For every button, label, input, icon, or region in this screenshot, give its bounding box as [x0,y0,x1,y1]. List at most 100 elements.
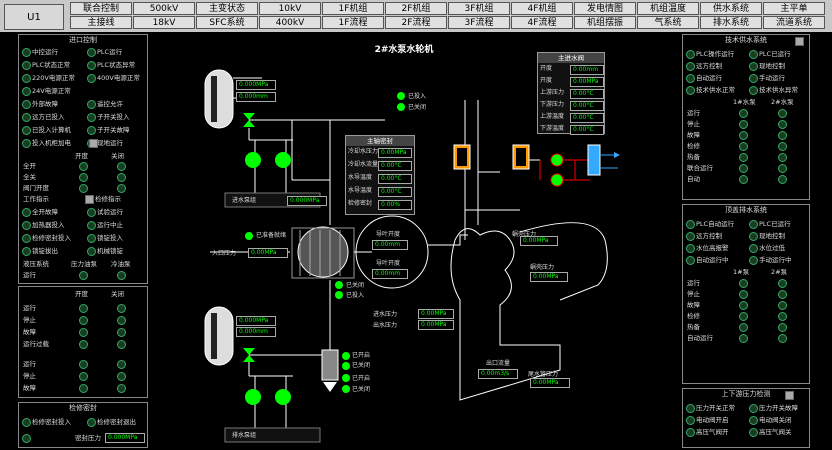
pump-icon [275,389,291,405]
unit-selector[interactable]: U1 [4,4,64,30]
status-led [739,131,748,140]
nav-button-3[interactable]: 10kV [259,2,321,15]
nav-button-6[interactable]: 3F机组 [448,2,510,15]
guide-vane-value-2: 0.00mm [372,269,408,279]
guide-vane-label-2: 导叶开度 [376,260,401,267]
status-label: 现地控制 [759,232,785,240]
pump-icon [275,152,291,168]
nav-button-r2-4[interactable]: 1F流程 [322,16,384,29]
status-label: 检修密封投入 [32,418,71,426]
column-head: 1#水泵 [733,98,756,106]
status-led [87,61,96,70]
info-value: 0.00°C [378,161,412,171]
panel-checkbox[interactable] [785,391,794,400]
nav-button-r2-7[interactable]: 4F流程 [511,16,573,29]
info-value: 0.00MPa [378,148,412,158]
nav-button-r2-6[interactable]: 3F流程 [448,16,510,29]
info-value: 0.00% [378,200,412,210]
status-led [739,290,748,299]
toggle-checkbox[interactable] [89,139,98,148]
row-label: 运行 [687,109,700,117]
inlet-water-value: 0.00MPa [418,309,454,319]
bottom-tank-pressure: 0.000MPa [236,316,276,326]
right-panel-pressure: 上下游压力检测 压力开关正常 压力开关故障 电动阀开启 电动阀关闭 高压气阀开 高压气阀关 [682,388,810,448]
row-label: 故障 [687,301,700,309]
status-label: 现地运行 [97,139,123,147]
nav-button-0[interactable]: 联合控制 [70,2,132,15]
pump-icon [245,152,261,168]
status-led [79,173,88,182]
status-label: 机械锁锭 [97,247,123,255]
status-led [778,120,787,129]
guide-vane-label-1: 导叶开度 [376,231,401,238]
bottom-valve-3: 已开启 [352,375,371,382]
left-panel-pumps: 开度 关闭 运行 停止 故障 运行过载 运行 停止 故障 [18,286,148,398]
row-label: 检修 [687,142,700,150]
status-led [79,328,88,337]
status-label: 现地控制 [759,62,785,70]
status-label: 高压气阀开 [696,428,729,436]
status-label: 高压气阀关 [759,428,792,436]
status-label: 密封压力 [75,434,101,442]
status-led [79,340,88,349]
status-label: 已投入计算机 [32,126,71,134]
status-label: 检修密封投入 [32,234,71,242]
status-led [22,113,31,122]
status-led [117,328,126,337]
row-label: 热备 [687,323,700,331]
status-led [749,74,758,83]
status-led [778,131,787,140]
info-label: 上游压力 [540,89,565,96]
status-led [686,50,695,59]
status-led [686,256,695,265]
info-value: 0.00mm [570,65,604,75]
nav-button-r2-2[interactable]: SFC系统 [196,16,258,29]
valve-right-2: 已投入 [346,292,365,299]
status-label: PLC自动运行 [696,220,735,228]
nav-button-r2-1[interactable]: 18kV [133,16,195,29]
status-led [79,360,88,369]
status-led [686,244,695,253]
status-led [739,142,748,151]
tank-value: 0.000MPa [287,196,327,206]
nav-button-11[interactable]: 主平单 [763,2,825,15]
status-led [22,418,31,427]
nav-button-r2-0[interactable]: 主接线 [70,16,132,29]
nav-button-4[interactable]: 1F机组 [322,2,384,15]
status-led [686,74,695,83]
nav-button-1[interactable]: 500kV [133,2,195,15]
status-led [117,184,126,193]
nav-button-8[interactable]: 发电情图 [574,2,636,15]
nav-button-r2-10[interactable]: 排水系统 [700,16,762,29]
nav-button-10[interactable]: 供水系统 [700,2,762,15]
status-led [749,50,758,59]
valve-right-1: 已关闭 [346,282,365,289]
status-led [749,428,758,437]
nav-button-r2-8[interactable]: 机组摆振 [574,16,636,29]
status-label: PLC已运行 [759,50,791,58]
spiral-value-2: 0.00MPa [530,272,568,282]
inlet-water-label: 进水压力 [373,311,398,318]
toggle-checkbox[interactable] [85,195,94,204]
outlet-flow-value: 0.00m3/s [478,369,518,379]
section-label: 液压系统 [23,260,49,268]
nav-button-r2-9[interactable]: 气系统 [637,16,699,29]
status-led [87,113,96,122]
status-label: 中控运行 [32,48,58,56]
nav-button-9[interactable]: 机组温度 [637,2,699,15]
nav-button-2[interactable]: 主变状态 [196,2,258,15]
nav-button-r2-5[interactable]: 2F流程 [385,16,447,29]
panel-title: 主进水阀 [538,53,604,63]
status-led [117,340,126,349]
nav-button-r2-11[interactable]: 流道系统 [763,16,825,29]
nav-button-r2-3[interactable]: 400kV [259,16,321,29]
bottom-valve-1: 已开启 [352,352,371,359]
nav-button-5[interactable]: 2F机组 [385,2,447,15]
panel-checkbox[interactable] [795,37,804,46]
outlet-water-label: 出水压力 [373,322,398,329]
status-label: 锁锭拔出 [32,247,58,255]
status-label: 自动运行中 [696,256,729,264]
row-label: 故障 [23,328,36,336]
status-led [749,256,758,265]
nav-button-7[interactable]: 4F机组 [511,2,573,15]
